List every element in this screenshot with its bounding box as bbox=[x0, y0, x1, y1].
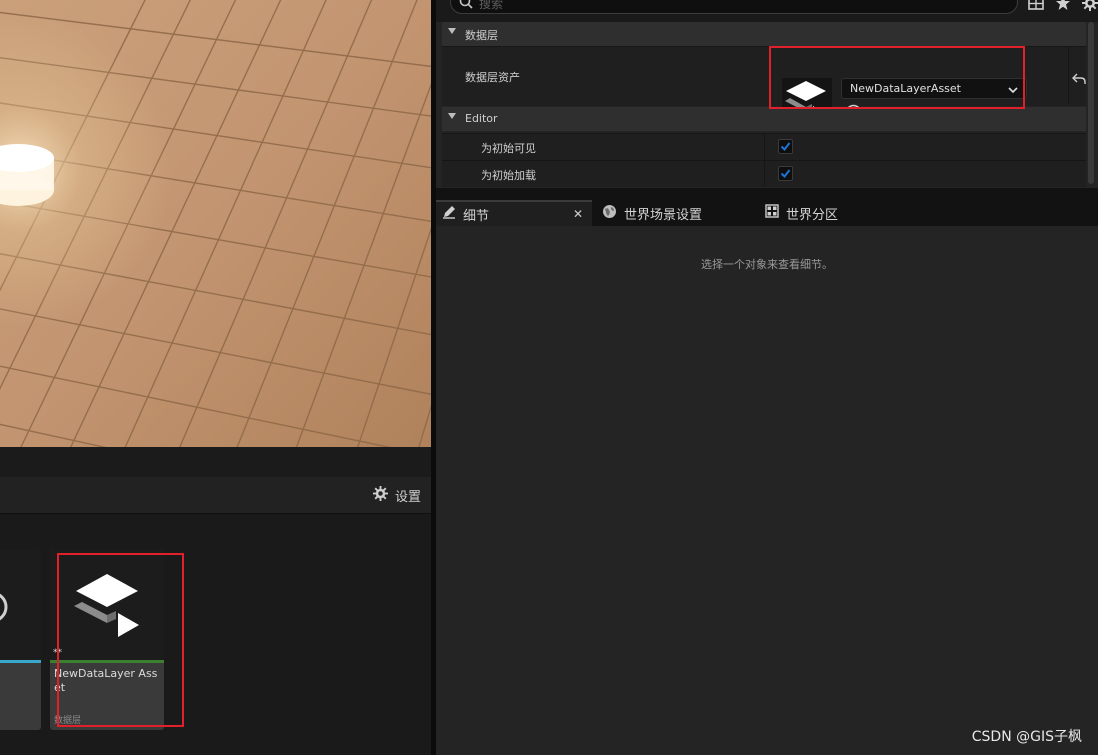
table-view-icon[interactable] bbox=[1028, 0, 1044, 11]
initially-loaded-checkbox[interactable] bbox=[778, 166, 793, 181]
collapse-arrow-icon bbox=[448, 113, 456, 119]
collapse-arrow-icon bbox=[448, 28, 456, 34]
reset-to-default-icon[interactable] bbox=[1072, 70, 1089, 87]
floor-render bbox=[0, 0, 431, 447]
content-browser-body: ** NewDataLayer Asset 数据层 bbox=[0, 514, 431, 755]
highlight-box-asset bbox=[57, 553, 184, 727]
gear-icon[interactable] bbox=[1082, 0, 1098, 11]
row-divider bbox=[764, 134, 765, 160]
section-title: 数据层 bbox=[465, 29, 498, 42]
tab-label: 世界分区 bbox=[786, 207, 839, 223]
tab-world-settings[interactable]: 世界场景设置 bbox=[602, 200, 702, 226]
asset-type-bar bbox=[0, 660, 41, 663]
close-icon[interactable]: ✕ bbox=[573, 207, 583, 221]
editor-window: 设置 ** NewDataLayer Asset 数据层 搜索 数据层 数据层资… bbox=[0, 0, 1098, 755]
property-label: 为初始加载 bbox=[481, 169, 536, 182]
panel-gap bbox=[436, 188, 1098, 200]
tab-label: 世界场景设置 bbox=[624, 207, 703, 223]
initially-visible-checkbox[interactable] bbox=[778, 139, 793, 154]
asset-thumbnail bbox=[0, 549, 41, 660]
settings-button[interactable]: 设置 bbox=[372, 486, 421, 505]
search-placeholder: 搜索 bbox=[479, 0, 504, 11]
search-icon bbox=[459, 0, 473, 13]
level-viewport[interactable] bbox=[0, 0, 431, 447]
highlight-box-asset-picker bbox=[769, 46, 1025, 109]
globe-icon bbox=[602, 204, 617, 223]
row-divider bbox=[1068, 47, 1069, 104]
property-row-initially-visible: 为初始可见 bbox=[442, 133, 1086, 160]
details-search-bar: 搜索 bbox=[436, 0, 1098, 22]
star-icon[interactable] bbox=[1055, 0, 1071, 11]
row-divider bbox=[764, 161, 765, 187]
viewport-bottom-bar bbox=[0, 447, 431, 477]
empty-selection-message: 选择一个对象来查看细节。 bbox=[701, 258, 833, 271]
property-label: 数据层资产 bbox=[465, 71, 520, 84]
section-title: Editor bbox=[465, 112, 498, 125]
gear-icon bbox=[372, 486, 388, 505]
details-tab-bar: 细节 ✕ 世界场景设置 世界分区 bbox=[436, 200, 1098, 226]
pencil-icon bbox=[442, 205, 456, 223]
search-input[interactable]: 搜索 bbox=[450, 0, 1018, 14]
watermark: CSDN @GIS子枫 bbox=[971, 729, 1082, 745]
grid-icon bbox=[765, 204, 779, 222]
settings-label: 设置 bbox=[394, 490, 421, 505]
property-row-initially-loaded: 为初始加载 bbox=[442, 160, 1086, 187]
content-browser-header: 设置 bbox=[0, 477, 431, 514]
tab-details[interactable]: 细节 ✕ bbox=[436, 200, 592, 226]
details-scrollbar[interactable] bbox=[1088, 22, 1094, 184]
property-label: 为初始可见 bbox=[481, 142, 536, 155]
section-data-layer[interactable]: 数据层 bbox=[442, 22, 1086, 46]
asset-tile-partial[interactable] bbox=[0, 549, 41, 730]
tab-world-partition[interactable]: 世界分区 bbox=[765, 200, 838, 226]
tab-label: 细节 bbox=[463, 208, 490, 224]
details-panel: 选择一个对象来查看细节。 bbox=[436, 226, 1098, 755]
section-editor[interactable]: Editor bbox=[442, 107, 1086, 131]
